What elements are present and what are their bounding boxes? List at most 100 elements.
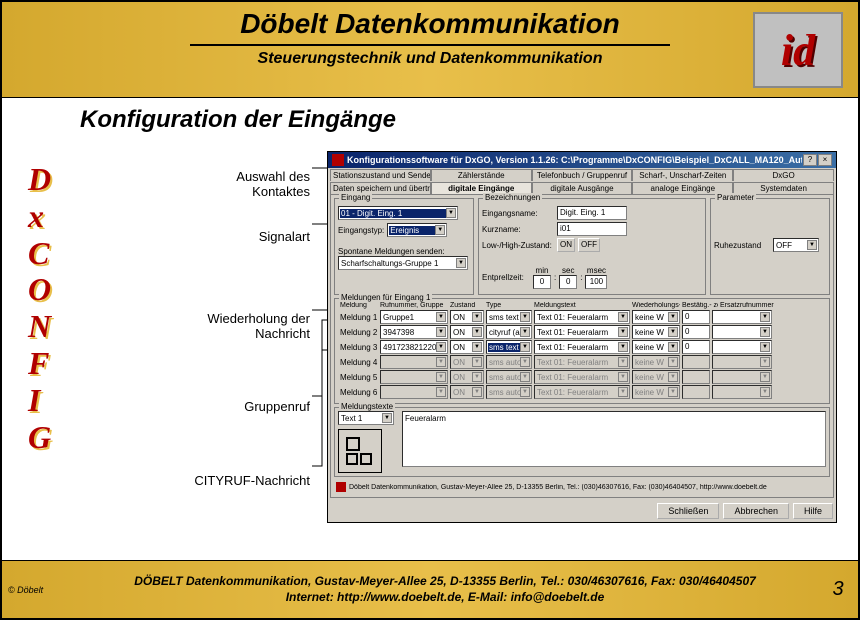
meldungstexte-group: Meldungstexte Text 1▼ Feueralarm [334,407,830,477]
zustand-select[interactable]: ON▼ [450,310,484,324]
close-button[interactable]: Schließen [657,503,719,519]
tab-panel: Eingang 01 - Digit. Eing. 1▼ Eingangstyp… [330,194,834,498]
ruf-select: ▼ [380,370,448,384]
app-icon [332,154,344,166]
meldung-row-6: Meldung 6▼ON▼sms auto▼Text 01: Feueralar… [338,385,826,399]
text-select[interactable]: Text 01: Feueralarm▼ [534,310,630,324]
parameter-group: Parameter RuhezustandOFF▼ [710,198,830,295]
help-button[interactable]: Hilfe [793,503,833,519]
meldung-row-4: Meldung 4▼ON▼sms auto▼Text 01: Feueralar… [338,355,826,369]
meldung-row-5: Meldung 5▼ON▼sms auto▼Text 01: Feueralar… [338,370,826,384]
footer-line2: Internet: http://www.doebelt.de, E-Mail:… [72,590,818,606]
wieder-select: keine W▼ [632,355,680,369]
company-title: Döbelt Datenkommunikation [2,8,858,40]
tab-telefonbuch[interactable]: Telefonbuch / Gruppenruf [532,169,633,181]
meldung-label: Meldung 3 [340,343,378,352]
bezeichnungen-group: Bezeichnungen Eingangsname:Digit. Eing. … [478,198,706,295]
type-select: sms auto▼ [486,385,532,399]
cancel-button[interactable]: Abbrechen [723,503,789,519]
meldung-label: Meldung 4 [340,358,378,367]
high-btn[interactable]: OFF [578,238,600,252]
close-icon[interactable]: × [818,154,832,166]
entprell-sec[interactable]: 0 [559,275,577,289]
tab-row-1: Stationszustand und Sendejournal Zählers… [328,168,836,181]
low-btn[interactable]: ON [557,238,575,252]
copyright: © Döbelt [2,585,72,595]
eingangstyp-select[interactable]: Ereignis▼ [387,223,447,237]
ersatz-select: ▼ [712,370,772,384]
ersatz-select[interactable]: ▼ [712,325,772,339]
zustand-select[interactable]: ON▼ [450,340,484,354]
zustand-select: ON▼ [450,370,484,384]
kurzname-input[interactable]: i01 [557,222,627,236]
meldung-label: Meldung 6 [340,388,378,397]
meldung-row-2: Meldung 23947398▼ON▼cityruf (al▼Text 01:… [338,325,826,339]
ruhe-select[interactable]: OFF▼ [773,238,819,252]
chevron-down-icon: ▼ [807,240,817,250]
config-window: Konfigurationssoftware für DxGO, Version… [327,151,837,523]
main-content: Konfiguration der Eingänge DxCO NFIG Aus… [2,106,858,570]
ersatz-select[interactable]: ▼ [712,310,772,324]
zustand-select: ON▼ [450,385,484,399]
footer: © Döbelt DÖBELT Datenkommunikation, Gust… [2,560,858,618]
logo: id [753,12,843,88]
eingang-select[interactable]: 01 - Digit. Eing. 1▼ [338,206,458,220]
tab-digitale-ausgaenge[interactable]: digitale Ausgänge [532,182,633,194]
header: Döbelt Datenkommunikation Steuerungstech… [2,2,858,98]
wieder-select: keine W▼ [632,385,680,399]
zustand-select[interactable]: ON▼ [450,325,484,339]
type-select[interactable]: cityruf (al▼ [486,325,532,339]
company-subtitle: Steuerungstechnik und Datenkommunikation [2,50,858,68]
type-select[interactable]: sms text▼ [486,340,532,354]
dxconfig-vertical: DxCO NFIG [28,161,51,455]
meldung-row-1: Meldung 1Gruppe1▼ON▼sms text I▼Text 01: … [338,310,826,324]
best-input[interactable]: 0 [682,340,710,354]
chevron-down-icon: ▼ [382,413,392,423]
meldung-label: Meldung 2 [340,328,378,337]
meldung-label: Meldung 5 [340,373,378,382]
ruf-select[interactable]: 491723821220▼ [380,340,448,354]
window-titlebar[interactable]: Konfigurationssoftware für DxGO, Version… [328,152,836,168]
page-title: Konfiguration der Eingänge [80,106,858,134]
type-select[interactable]: sms text I▼ [486,310,532,324]
help-button-icon[interactable]: ? [803,154,817,166]
best-input[interactable]: 0 [682,310,710,324]
ruf-select: ▼ [380,385,448,399]
spontane-select[interactable]: Scharfschaltungs-Gruppe 1▼ [338,256,468,270]
wieder-select[interactable]: keine W▼ [632,325,680,339]
tab-dxgo[interactable]: DxGO [733,169,834,181]
best-input[interactable]: 0 [682,325,710,339]
meldung-label: Meldung 1 [340,313,378,322]
entprell-msec[interactable]: 100 [585,275,607,289]
window-title: Konfigurationssoftware für DxGO, Version… [347,155,802,165]
mtx-textarea[interactable]: Feueralarm [402,411,826,467]
ersatz-select[interactable]: ▼ [712,340,772,354]
text-select: Text 01: Feueralarm▼ [534,355,630,369]
symbol-icon [338,429,382,473]
tab-zaehler[interactable]: Zählerstände [431,169,532,181]
text-select: Text 01: Feueralarm▼ [534,370,630,384]
eingang-group: Eingang 01 - Digit. Eing. 1▼ Eingangstyp… [334,198,474,295]
footer-line1: DÖBELT Datenkommunikation, Gustav-Meyer-… [72,574,818,590]
tab-row-2: Daten speichern und übertragen digitale … [328,181,836,194]
text-select[interactable]: Text 01: Feueralarm▼ [534,340,630,354]
ersatz-select: ▼ [712,385,772,399]
wieder-select: keine W▼ [632,370,680,384]
ruf-select[interactable]: Gruppe1▼ [380,310,448,324]
mtx-select[interactable]: Text 1▼ [338,411,394,425]
chevron-down-icon: ▼ [435,225,445,235]
ersatz-select: ▼ [712,355,772,369]
ruf-select[interactable]: 3947398▼ [380,325,448,339]
status-icon [336,482,346,492]
wieder-select[interactable]: keine W▼ [632,310,680,324]
wieder-select[interactable]: keine W▼ [632,340,680,354]
tab-stationszustand[interactable]: Stationszustand und Sendejournal [330,169,431,181]
tab-scharf[interactable]: Scharf-, Unscharf-Zeiten [632,169,733,181]
text-select[interactable]: Text 01: Feueralarm▼ [534,325,630,339]
entprell-min[interactable]: 0 [533,275,551,289]
page-number: 3 [818,578,858,601]
best-input [682,355,710,369]
eingangsname-input[interactable]: Digit. Eing. 1 [557,206,627,220]
meldung-row-3: Meldung 3491723821220▼ON▼sms text▼Text 0… [338,340,826,354]
type-select: sms auto▼ [486,370,532,384]
